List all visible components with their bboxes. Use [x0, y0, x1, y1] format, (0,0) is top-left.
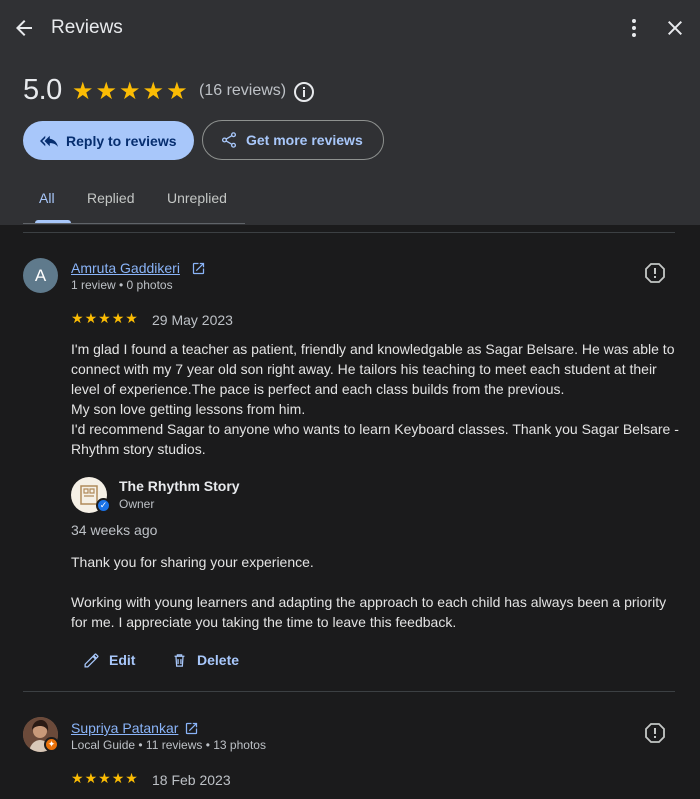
- star-icon: ★: [95, 78, 118, 105]
- avatar[interactable]: A: [23, 258, 58, 293]
- star-icon: ★: [84, 310, 98, 326]
- star-icon: ★: [125, 310, 138, 326]
- tab-replied[interactable]: Replied: [87, 190, 134, 224]
- owner-name: The Rhythm Story: [119, 478, 240, 494]
- tab-unreplied[interactable]: Unreplied: [167, 190, 227, 224]
- info-icon[interactable]: [292, 80, 316, 104]
- review-count: (16 reviews): [199, 82, 287, 99]
- star-icon: ★: [119, 78, 141, 105]
- reviewer-name[interactable]: Supriya Patankar: [71, 720, 178, 736]
- share-icon: [221, 132, 237, 148]
- local-guide-badge-icon: ✦: [44, 737, 59, 752]
- owner-reply-time: 34 weeks ago: [71, 522, 158, 538]
- reviewer-name[interactable]: Amruta Gaddikeri: [71, 260, 180, 276]
- reviewer-meta: Local Guide • 11 reviews • 13 photos: [71, 738, 266, 752]
- star-icon: ★: [72, 78, 94, 105]
- star-icon: ★: [71, 770, 84, 786]
- delete-label: Delete: [197, 652, 240, 668]
- review-stars: ★ ★ ★ ★ ★: [71, 311, 138, 325]
- edit-reply-button[interactable]: Edit: [83, 650, 135, 670]
- reviews-header-panel: Reviews 5.0 ★ ★ ★ ★ ★ (16 reviews) Reply to …: [0, 0, 700, 225]
- trash-icon: [174, 653, 185, 667]
- close-icon[interactable]: [663, 16, 687, 40]
- review-text: I'm glad I found a teacher as patient, f…: [71, 341, 679, 457]
- star-icon: ★: [111, 770, 125, 786]
- more-vert-icon[interactable]: [622, 16, 646, 40]
- review-date: 29 May 2023: [152, 312, 233, 328]
- reviewer-meta: 1 review • 0 photos: [71, 278, 173, 292]
- owner-role: Owner: [119, 497, 155, 511]
- list-divider: [23, 232, 675, 233]
- report-icon[interactable]: [643, 721, 667, 745]
- report-icon[interactable]: [643, 261, 667, 285]
- review-divider: [23, 691, 675, 692]
- delete-reply-button[interactable]: Delete: [171, 650, 239, 670]
- tab-all[interactable]: All: [39, 190, 55, 224]
- star-icon: ★: [166, 78, 188, 105]
- tabs-divider: [23, 223, 245, 224]
- page-title: Reviews: [51, 17, 123, 38]
- review-date: 18 Feb 2023: [152, 772, 231, 788]
- owner-reply-text: Thank you for sharing your experience. W…: [71, 554, 667, 630]
- star-icon: ★: [142, 78, 165, 105]
- get-more-reviews-button[interactable]: Get more reviews: [202, 120, 384, 160]
- star-icon: ★: [98, 770, 111, 786]
- average-rating: 5.0: [23, 74, 62, 106]
- reply-all-icon: [40, 135, 58, 147]
- edit-label: Edit: [109, 652, 136, 668]
- review-stars: ★ ★ ★ ★ ★: [71, 771, 138, 785]
- arrow-back-icon[interactable]: [12, 16, 36, 40]
- rating-stars: ★ ★ ★ ★ ★: [72, 80, 188, 104]
- open-in-new-icon[interactable]: [191, 261, 206, 276]
- star-icon: ★: [71, 310, 84, 326]
- reply-to-reviews-label: Reply to reviews: [66, 132, 177, 149]
- pencil-icon: [84, 652, 99, 668]
- get-more-reviews-label: Get more reviews: [246, 132, 363, 148]
- reply-to-reviews-button[interactable]: Reply to reviews: [23, 121, 194, 160]
- top-bar: Reviews: [0, 0, 700, 56]
- verified-icon: ✓: [96, 498, 111, 513]
- star-icon: ★: [125, 770, 138, 786]
- star-icon: ★: [111, 310, 125, 326]
- open-in-new-icon[interactable]: [184, 721, 199, 736]
- star-icon: ★: [98, 310, 111, 326]
- star-icon: ★: [84, 770, 98, 786]
